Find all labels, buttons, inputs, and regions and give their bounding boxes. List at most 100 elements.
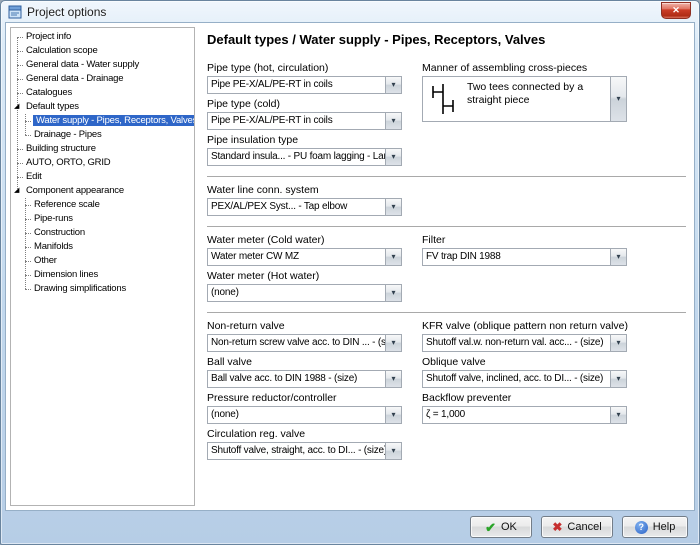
cross-pieces-dropdown[interactable]: Two tees connected by a straight piece ▾ bbox=[422, 76, 627, 122]
separator bbox=[207, 312, 686, 313]
dialog-body: Project info Calculation scope General d… bbox=[5, 22, 695, 511]
options-tree: Project info Calculation scope General d… bbox=[10, 27, 195, 506]
field-label: Backflow preventer bbox=[422, 392, 627, 405]
tree-expander-icon[interactable]: ◢ bbox=[14, 184, 19, 198]
field-pressure-reductor: Pressure reductor/controller (none) ▾ bbox=[207, 392, 402, 424]
dropdown-arrow-icon[interactable]: ▾ bbox=[385, 249, 401, 265]
field-backflow-preventer: Backflow preventer ζ = 1,000 ▾ bbox=[422, 392, 627, 424]
pipe-insulation-dropdown[interactable]: Standard insula... - PU foam lagging - L… bbox=[207, 148, 402, 166]
project-options-window: Project options ✕ Project info Calculati… bbox=[0, 0, 700, 545]
water-line-dropdown[interactable]: PEX/AL/PEX Syst... - Tap elbow ▾ bbox=[207, 198, 402, 216]
close-button[interactable]: ✕ bbox=[661, 2, 691, 19]
field-water-meter-hot: Water meter (Hot water) (none) ▾ bbox=[207, 270, 402, 302]
close-icon: ✕ bbox=[672, 5, 680, 16]
field-ball-valve: Ball valve Ball valve acc. to DIN 1988 -… bbox=[207, 356, 402, 388]
sidebar-item-general-data-water-supply[interactable]: General data - Water supply bbox=[11, 58, 194, 72]
dropdown-arrow-icon[interactable]: ▾ bbox=[385, 335, 401, 351]
water-line-group: Water line conn. system PEX/AL/PEX Syst.… bbox=[207, 184, 686, 220]
field-label: Circulation reg. valve bbox=[207, 428, 402, 441]
pipe-types-group: Pipe type (hot, circulation) Pipe PE-X/A… bbox=[207, 62, 686, 170]
dropdown-arrow-icon[interactable]: ▾ bbox=[610, 77, 626, 121]
dropdown-arrow-icon[interactable]: ▾ bbox=[385, 371, 401, 387]
field-oblique-valve: Oblique valve Shutoff valve, inclined, a… bbox=[422, 356, 627, 388]
oblique-valve-dropdown[interactable]: Shutoff valve, inclined, acc. to DI... -… bbox=[422, 370, 627, 388]
field-label: Water meter (Hot water) bbox=[207, 270, 402, 283]
field-label: Water meter (Cold water) bbox=[207, 234, 402, 247]
circulation-valve-dropdown[interactable]: Shutoff valve, straight, acc. to DI... -… bbox=[207, 442, 402, 460]
field-label: Ball valve bbox=[207, 356, 402, 369]
field-filter: Filter FV trap DIN 1988 ▾ bbox=[422, 234, 627, 266]
dropdown-arrow-icon[interactable]: ▾ bbox=[385, 443, 401, 459]
app-icon[interactable] bbox=[8, 5, 22, 19]
window-title: Project options bbox=[27, 5, 106, 19]
pipe-type-hot-dropdown[interactable]: Pipe PE-X/AL/PE-RT in coils ▾ bbox=[207, 76, 402, 94]
separator bbox=[207, 176, 686, 177]
check-icon: ✔ bbox=[485, 521, 496, 534]
sidebar-item-catalogues[interactable]: Catalogues bbox=[11, 86, 194, 100]
question-icon: ? bbox=[635, 521, 648, 534]
cross-piece-diagram-icon bbox=[423, 77, 463, 121]
sidebar-item-manifolds[interactable]: Manifolds bbox=[11, 240, 194, 254]
field-label: Water line conn. system bbox=[207, 184, 402, 197]
page-title: Default types / Water supply - Pipes, Re… bbox=[207, 32, 686, 47]
water-meter-group: Water meter (Cold water) Water meter CW … bbox=[207, 234, 686, 306]
ok-button[interactable]: ✔ OK bbox=[470, 516, 532, 538]
field-water-meter-cold: Water meter (Cold water) Water meter CW … bbox=[207, 234, 402, 266]
x-icon: ✖ bbox=[552, 521, 562, 533]
backflow-preventer-dropdown[interactable]: ζ = 1,000 ▾ bbox=[422, 406, 627, 424]
sidebar-item-reference-scale[interactable]: Reference scale bbox=[11, 198, 194, 212]
ok-button-label: OK bbox=[501, 521, 517, 533]
sidebar-item-other[interactable]: Other bbox=[11, 254, 194, 268]
filter-dropdown[interactable]: FV trap DIN 1988 ▾ bbox=[422, 248, 627, 266]
dropdown-arrow-icon[interactable]: ▾ bbox=[385, 77, 401, 93]
cancel-button[interactable]: ✖ Cancel bbox=[541, 516, 613, 538]
kfr-valve-dropdown[interactable]: Shutoff val.w. non-return val. acc... - … bbox=[422, 334, 627, 352]
non-return-valve-dropdown[interactable]: Non-return screw valve acc. to DIN ... -… bbox=[207, 334, 402, 352]
separator bbox=[207, 226, 686, 227]
dropdown-arrow-icon[interactable]: ▾ bbox=[385, 407, 401, 423]
titlebar: Project options bbox=[1, 1, 699, 22]
ball-valve-dropdown[interactable]: Ball valve acc. to DIN 1988 - (size) ▾ bbox=[207, 370, 402, 388]
tree-expander-icon[interactable]: ◢ bbox=[14, 100, 19, 114]
field-label: Non-return valve bbox=[207, 320, 402, 333]
field-label: Pipe type (cold) bbox=[207, 98, 402, 111]
field-label: Pipe insulation type bbox=[207, 134, 402, 147]
water-meter-hot-dropdown[interactable]: (none) ▾ bbox=[207, 284, 402, 302]
sidebar-item-dimension-lines[interactable]: Dimension lines bbox=[11, 268, 194, 282]
sidebar-item-drainage-pipes[interactable]: Drainage - Pipes bbox=[11, 128, 194, 142]
dropdown-arrow-icon[interactable]: ▾ bbox=[385, 199, 401, 215]
field-circulation-valve: Circulation reg. valve Shutoff valve, st… bbox=[207, 428, 402, 460]
sidebar-item-pipe-runs[interactable]: Pipe-runs bbox=[11, 212, 194, 226]
field-cross-pieces: Manner of assembling cross-pieces Two te… bbox=[422, 62, 627, 122]
pressure-reductor-dropdown[interactable]: (none) ▾ bbox=[207, 406, 402, 424]
field-kfr-valve: KFR valve (oblique pattern non return va… bbox=[422, 320, 627, 352]
sidebar-item-edit[interactable]: Edit bbox=[11, 170, 194, 184]
sidebar-item-construction[interactable]: Construction bbox=[11, 226, 194, 240]
help-button[interactable]: ? Help bbox=[622, 516, 688, 538]
valves-group: Non-return valve Non-return screw valve … bbox=[207, 320, 686, 464]
sidebar-item-building-structure[interactable]: Building structure bbox=[11, 142, 194, 156]
sidebar-item-component-appearance[interactable]: ◢Component appearance bbox=[11, 184, 194, 198]
dropdown-arrow-icon[interactable]: ▾ bbox=[385, 113, 401, 129]
dropdown-arrow-icon[interactable]: ▾ bbox=[385, 285, 401, 301]
sidebar-item-calculation-scope[interactable]: Calculation scope bbox=[11, 44, 194, 58]
sidebar-item-general-data-drainage[interactable]: General data - Drainage bbox=[11, 72, 194, 86]
field-pipe-insulation: Pipe insulation type Standard insula... … bbox=[207, 134, 402, 166]
sidebar-item-default-types[interactable]: ◢Default types bbox=[11, 100, 194, 114]
pipe-type-cold-dropdown[interactable]: Pipe PE-X/AL/PE-RT in coils ▾ bbox=[207, 112, 402, 130]
sidebar-item-water-supply-pipes-receptors-valves[interactable]: Water supply - Pipes, Receptors, Valves bbox=[11, 114, 194, 128]
dialog-footer: ✔ OK ✖ Cancel ? Help bbox=[1, 515, 699, 539]
dropdown-arrow-icon[interactable]: ▾ bbox=[385, 149, 401, 165]
sidebar-item-project-info[interactable]: Project info bbox=[11, 30, 194, 44]
field-label: Oblique valve bbox=[422, 356, 627, 369]
field-pipe-type-hot: Pipe type (hot, circulation) Pipe PE-X/A… bbox=[207, 62, 402, 94]
sidebar-item-drawing-simplifications[interactable]: Drawing simplifications bbox=[11, 282, 194, 296]
water-meter-cold-dropdown[interactable]: Water meter CW MZ ▾ bbox=[207, 248, 402, 266]
dropdown-arrow-icon[interactable]: ▾ bbox=[610, 407, 626, 423]
dropdown-arrow-icon[interactable]: ▾ bbox=[610, 335, 626, 351]
sidebar-item-auto-orto-grid[interactable]: AUTO, ORTO, GRID bbox=[11, 156, 194, 170]
dropdown-arrow-icon[interactable]: ▾ bbox=[610, 249, 626, 265]
field-label: Filter bbox=[422, 234, 627, 247]
dropdown-arrow-icon[interactable]: ▾ bbox=[610, 371, 626, 387]
cancel-button-label: Cancel bbox=[567, 521, 601, 533]
